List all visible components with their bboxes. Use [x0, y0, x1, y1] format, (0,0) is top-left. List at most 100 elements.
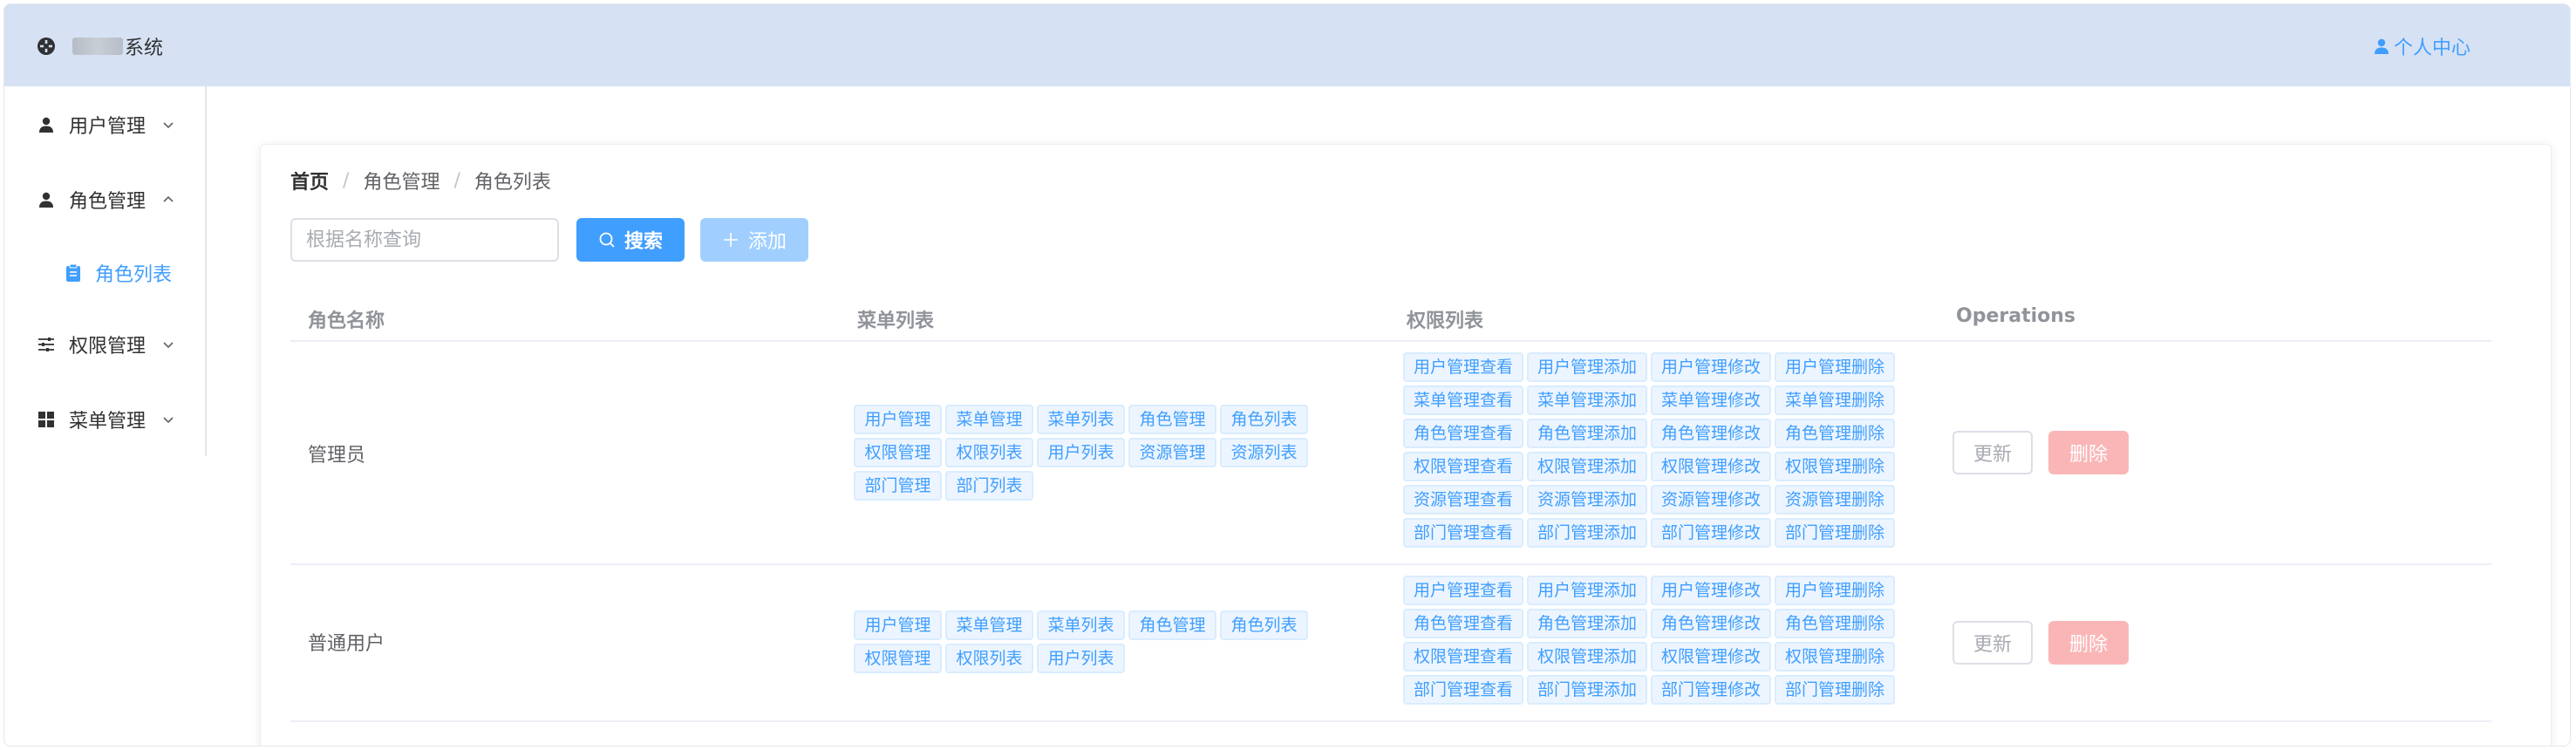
user-center-link[interactable]: 个人中心 — [2373, 32, 2470, 60]
tag: 角色管理修改 — [1651, 419, 1771, 448]
tag: 权限管理添加 — [1527, 452, 1647, 481]
sidebar-item-label: 用户管理 — [69, 116, 147, 138]
tag: 角色管理 — [1128, 405, 1216, 434]
tag: 部门列表 — [945, 471, 1033, 501]
search-button[interactable]: 搜索 — [576, 218, 685, 262]
add-button-label: 添加 — [747, 231, 787, 253]
tag: 权限列表 — [945, 438, 1033, 467]
update-button[interactable]: 更新 — [1952, 621, 2033, 665]
table-header: 角色名称 菜单列表 权限列表 Operations — [290, 293, 2491, 342]
tag: 部门管理查看 — [1403, 675, 1523, 705]
sidebar-item-role-management[interactable]: 角色管理 — [4, 175, 205, 224]
column-header-permission-list: 权限列表 — [1407, 310, 1484, 332]
tag: 用户管理查看 — [1403, 576, 1523, 605]
user-center-label: 个人中心 — [2393, 38, 2470, 59]
tag: 菜单列表 — [1037, 610, 1125, 640]
app-window: 系统 个人中心 用户管理 角色管理 角色列表 权限管理 菜单管理 首页 / 角色… — [3, 3, 2571, 747]
delete-button[interactable]: 删除 — [2048, 621, 2129, 665]
sidebar-item-permission-management[interactable]: 权限管理 — [4, 320, 205, 369]
tag: 菜单列表 — [1037, 405, 1125, 434]
tag: 部门管理修改 — [1651, 518, 1771, 548]
sidebar-item-label: 角色管理 — [69, 191, 147, 213]
sidebar-item-menu-management[interactable]: 菜单管理 — [4, 395, 205, 444]
column-header-menu-list: 菜单列表 — [857, 310, 935, 332]
search-input[interactable] — [290, 218, 559, 262]
tag: 资源管理 — [1128, 438, 1216, 467]
tag: 资源管理查看 — [1403, 485, 1523, 515]
brand: 系统 — [36, 32, 163, 60]
tag: 用户管理 — [854, 610, 942, 640]
tag: 权限管理修改 — [1651, 452, 1771, 481]
role-name-cell: 普通用户 — [308, 633, 385, 655]
grid-icon — [36, 409, 57, 430]
tag: 菜单管理修改 — [1651, 385, 1771, 415]
user-icon — [2374, 38, 2389, 54]
tag: 用户管理 — [854, 405, 942, 434]
tag: 权限管理添加 — [1527, 642, 1647, 672]
tag: 角色列表 — [1220, 610, 1308, 640]
tag: 部门管理查看 — [1403, 518, 1523, 548]
tag: 角色管理添加 — [1527, 419, 1647, 448]
user-icon — [36, 114, 57, 135]
sidebar-item-user-management[interactable]: 用户管理 — [4, 100, 205, 149]
logo-icon — [37, 38, 55, 55]
breadcrumb: 首页 / 角色管理 / 角色列表 — [290, 167, 551, 194]
tag: 权限管理删除 — [1775, 452, 1895, 481]
breadcrumb-role-management: 角色管理 — [363, 172, 440, 194]
sidebar-item-role-list[interactable]: 角色列表 — [4, 249, 205, 297]
tag: 用户列表 — [1037, 644, 1125, 673]
chevron-down-icon — [163, 342, 174, 349]
add-button[interactable]: 添加 — [700, 218, 808, 262]
tag: 部门管理 — [854, 471, 942, 501]
tag: 用户管理添加 — [1527, 352, 1647, 382]
tag: 权限管理删除 — [1775, 642, 1895, 672]
top-header: 系统 个人中心 — [4, 4, 2570, 86]
tag: 用户管理修改 — [1651, 352, 1771, 382]
tag: 部门管理添加 — [1527, 518, 1647, 548]
tag: 角色管理 — [1128, 610, 1216, 640]
search-icon — [599, 232, 615, 248]
tag: 用户管理删除 — [1775, 576, 1895, 605]
chevron-down-icon — [163, 417, 174, 424]
tag: 权限列表 — [945, 644, 1033, 673]
role-name-cell: 管理员 — [308, 445, 366, 467]
permission-tag-list: 用户管理查看 用户管理添加 用户管理修改 用户管理删除 菜单管理查看 菜单管理添加 菜单管理… — [1403, 352, 1944, 551]
tag: 资源管理删除 — [1775, 485, 1895, 515]
clipboard-icon — [64, 263, 83, 283]
tag: 用户管理修改 — [1651, 576, 1771, 605]
tag: 部门管理修改 — [1651, 675, 1771, 705]
tag: 用户管理查看 — [1403, 352, 1523, 382]
tag: 菜单管理删除 — [1775, 385, 1895, 415]
breadcrumb-home[interactable]: 首页 — [290, 167, 329, 194]
sliders-icon — [36, 334, 57, 355]
tag: 部门管理删除 — [1775, 518, 1895, 548]
sidebar-subitem-label: 角色列表 — [95, 264, 173, 286]
sidebar: 用户管理 角色管理 角色列表 权限管理 菜单管理 — [4, 86, 207, 456]
brand-name-redacted — [72, 38, 123, 55]
tag: 权限管理查看 — [1403, 452, 1523, 481]
tag: 权限管理查看 — [1403, 642, 1523, 672]
plus-icon — [723, 233, 738, 247]
menu-tag-list: 用户管理 菜单管理 菜单列表 角色管理 角色列表 权限管理 权限列表 用户列表 — [854, 610, 1325, 677]
column-header-role-name: 角色名称 — [308, 310, 385, 332]
tag: 菜单管理 — [945, 610, 1033, 640]
tag: 用户列表 — [1037, 438, 1125, 467]
delete-button[interactable]: 删除 — [2048, 431, 2129, 474]
update-button[interactable]: 更新 — [1952, 431, 2033, 474]
search-button-label: 搜索 — [624, 231, 663, 253]
tag: 角色管理删除 — [1775, 419, 1895, 448]
table-row: 普通用户 用户管理 菜单管理 菜单列表 角色管理 角色列表 权限管理 权限列表 用户列表 用户… — [290, 565, 2491, 722]
tag: 权限管理修改 — [1651, 642, 1771, 672]
tag: 部门管理删除 — [1775, 675, 1895, 705]
tag: 角色管理删除 — [1775, 609, 1895, 638]
main-card: 首页 / 角色管理 / 角色列表 搜索 添加 角色名称 菜单列表 权限列表 Op… — [260, 144, 2552, 746]
tag: 权限管理 — [854, 438, 942, 467]
chevron-down-icon — [163, 122, 174, 129]
tag: 资源管理添加 — [1527, 485, 1647, 515]
tag: 用户管理删除 — [1775, 352, 1895, 382]
tag: 资源管理修改 — [1651, 485, 1771, 515]
tag: 角色列表 — [1220, 405, 1308, 434]
tag: 角色管理查看 — [1403, 609, 1523, 638]
menu-tag-list: 用户管理 菜单管理 菜单列表 角色管理 角色列表 权限管理 权限列表 用户列表 资源管理 资源列表… — [854, 405, 1325, 504]
brand-name: 系统 — [125, 38, 164, 59]
